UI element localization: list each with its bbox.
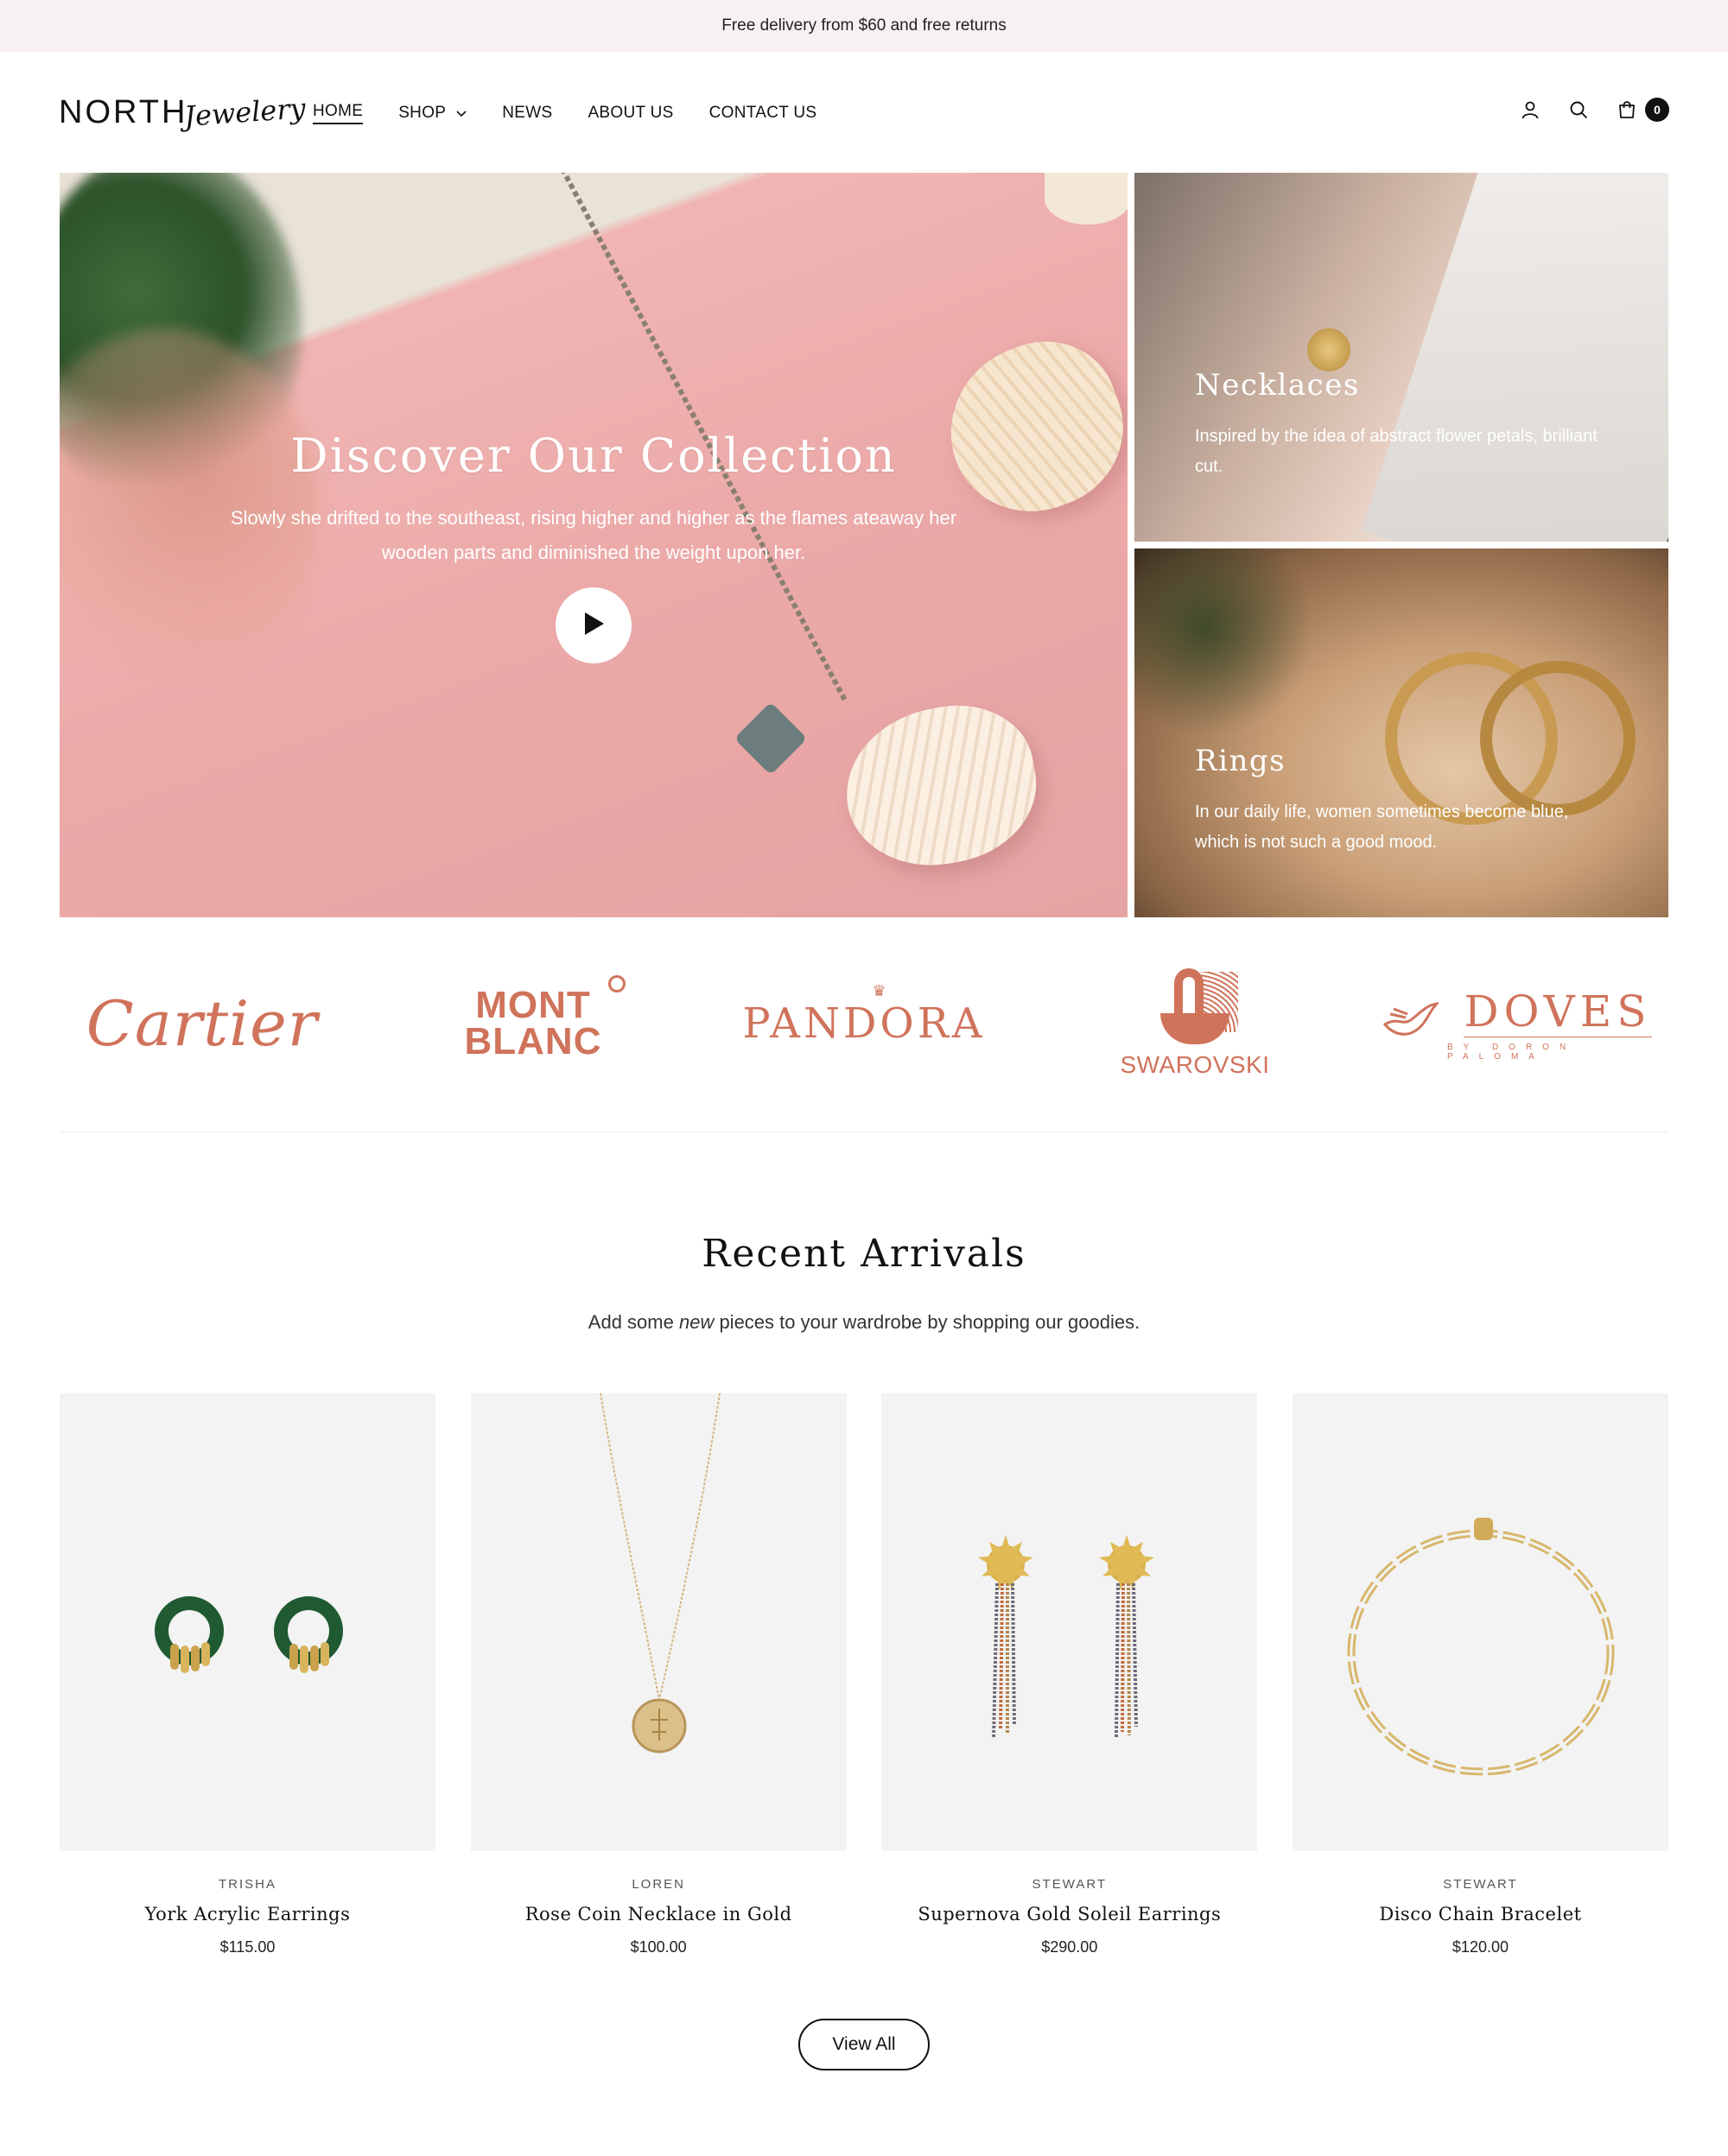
product-name[interactable]: Supernova Gold Soleil Earrings	[881, 1904, 1257, 1925]
tile-text: Inspired by the idea of abstract flower …	[1195, 427, 1598, 476]
nav-item-label: ABOUT US	[588, 104, 674, 122]
brand-logo-cartier[interactable]: Cartier	[60, 967, 345, 1080]
brand-name: DOVES	[1464, 986, 1652, 1037]
site-header: NORTH Jewelery HOME SHOP NEWS ABOUT US C…	[0, 52, 1728, 173]
product-image[interactable]	[60, 1393, 435, 1851]
announcement-bar: Free delivery from $60 and free returns	[0, 0, 1728, 52]
hero-subtitle: Slowly she drifted to the southeast, ris…	[230, 507, 957, 563]
product-vendor: TRISHA	[218, 1877, 276, 1892]
brand-logos: Cartier MONT BLANC ♛ PANDORA SWAROVSKI D…	[60, 959, 1668, 1088]
chevron-down-icon	[456, 107, 467, 120]
crown-icon: ♛	[872, 982, 890, 1000]
view-all-button[interactable]: View All	[798, 2019, 930, 2070]
brand-logo-swarovski[interactable]: SWAROVSKI	[1052, 967, 1337, 1080]
product-card[interactable]: TRISHA York Acrylic Earrings $115.00	[60, 1393, 435, 1956]
star-icon	[608, 975, 626, 992]
cart-count-badge: 0	[1645, 98, 1669, 122]
product-card[interactable]: LOREN Rose Coin Necklace in Gold $100.00	[470, 1393, 847, 1956]
product-price: $100.00	[630, 1938, 687, 1956]
announcement-text: Free delivery from $60 and free returns	[721, 16, 1007, 35]
nav-item-about-us[interactable]: ABOUT US	[588, 104, 673, 123]
subtitle-part: Add some	[588, 1311, 679, 1333]
nav-item-news[interactable]: NEWS	[502, 104, 552, 123]
product-vendor: STEWART	[1443, 1877, 1518, 1892]
tile-text: In our daily life, women sometimes becom…	[1195, 802, 1569, 852]
brand-mark: DOVES BY DORON PALOMA	[1382, 986, 1668, 1062]
brand-logo-doves[interactable]: DOVES BY DORON PALOMA	[1382, 967, 1668, 1080]
main-nav: HOME SHOP NEWS ABOUT US CONTACT US	[313, 102, 852, 124]
brand-name: PANDORA	[742, 999, 986, 1048]
tile-decor-shirt	[1361, 173, 1668, 542]
product-price: $120.00	[1452, 1938, 1509, 1956]
product-image[interactable]	[881, 1393, 1258, 1851]
product-name[interactable]: Disco Chain Bracelet	[1293, 1904, 1668, 1925]
product-vendor: LOREN	[632, 1877, 685, 1892]
brand-mark: ♛ PANDORA	[742, 982, 986, 1048]
dove-icon	[1382, 999, 1441, 1049]
product-price: $290.00	[1041, 1938, 1098, 1956]
hero-banner[interactable]: Discover Our Collection Slowly she drift…	[60, 173, 1128, 917]
section-title: Recent Arrivals	[702, 1232, 1026, 1276]
product-card[interactable]: STEWART Supernova Gold Soleil Earrings $…	[881, 1393, 1258, 1956]
nav-item-label: CONTACT US	[708, 104, 817, 122]
brand-logo-mont-blanc[interactable]: MONT BLANC	[391, 967, 676, 1080]
logo-primary: NORTH	[59, 93, 188, 130]
brand-name: Cartier	[86, 987, 319, 1060]
nav-item-label: HOME	[313, 102, 364, 120]
swan-icon	[1152, 968, 1238, 1046]
nav-item-shop[interactable]: SHOP	[398, 104, 467, 123]
nav-item-label: NEWS	[502, 104, 553, 122]
brand-name-line1: MONT	[475, 984, 591, 1026]
subtitle-part: pieces to your wardrobe by shopping our …	[714, 1311, 1140, 1333]
nav-item-contact-us[interactable]: CONTACT US	[709, 104, 817, 123]
section-subtitle: Add some new pieces to your wardrobe by …	[0, 1311, 1728, 1334]
collection-tile-rings[interactable]: Rings In our daily life, women sometimes…	[1134, 549, 1668, 917]
product-price: $115.00	[219, 1938, 276, 1956]
product-card[interactable]: STEWART Disco Chain Bracelet $120.00	[1292, 1393, 1668, 1956]
hero-title: Discover Our Collection	[290, 428, 897, 483]
tile-decor-ring	[1480, 661, 1636, 816]
view-all-label: View All	[832, 2034, 896, 2054]
product-image[interactable]	[470, 1393, 847, 1851]
search-icon[interactable]	[1566, 97, 1591, 123]
cart-icon	[1614, 97, 1640, 123]
tile-title: Necklaces	[1195, 368, 1360, 403]
header-icons: 0	[1517, 97, 1669, 123]
brand-subname: BY DORON PALOMA	[1447, 1042, 1577, 1062]
product-image[interactable]	[1292, 1393, 1668, 1851]
brand-logo-pandora[interactable]: ♛ PANDORA	[721, 967, 1007, 1080]
brand-name-line2: BLANC	[464, 1020, 602, 1062]
tile-decor-pendant	[1307, 328, 1350, 371]
nav-item-label: SHOP	[398, 104, 447, 122]
subtitle-emphasis: new	[678, 1311, 715, 1333]
logo[interactable]: NORTH Jewelery	[59, 86, 308, 138]
tile-title: Rings	[1195, 744, 1286, 778]
play-icon	[581, 610, 607, 642]
brand-mark: MONT BLANC	[464, 975, 626, 1062]
nav-item-home[interactable]: HOME	[313, 102, 364, 124]
product-name[interactable]: Rose Coin Necklace in Gold	[471, 1904, 847, 1925]
brand-name: SWAROVSKI	[1120, 1051, 1270, 1078]
product-grid: TRISHA York Acrylic Earrings $115.00 LOR…	[60, 1393, 1668, 1956]
hero-decor-pendant	[734, 701, 808, 776]
hero-decor-shell	[1045, 173, 1128, 225]
logo-script: Jewelery	[183, 92, 308, 133]
play-video-button[interactable]	[556, 587, 632, 663]
tile-decor-leaf	[1134, 549, 1307, 739]
hero-decor-shell	[834, 693, 1048, 879]
cart-button[interactable]: 0	[1614, 97, 1669, 123]
product-name[interactable]: York Acrylic Earrings	[60, 1904, 435, 1925]
product-vendor: STEWART	[1032, 1877, 1108, 1892]
user-icon[interactable]	[1517, 97, 1543, 123]
collection-tile-necklaces[interactable]: Necklaces Inspired by the idea of abstra…	[1134, 173, 1668, 542]
